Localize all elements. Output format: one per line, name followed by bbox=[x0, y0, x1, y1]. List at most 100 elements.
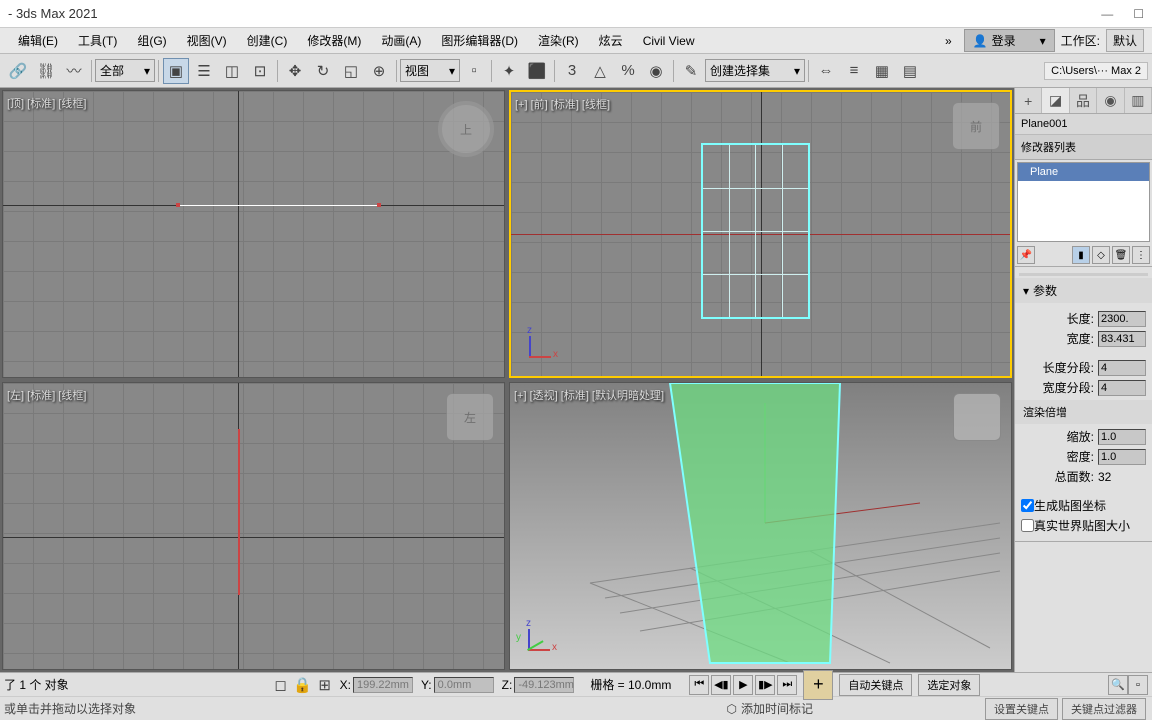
isolate-icon[interactable]: ◻ bbox=[271, 675, 291, 695]
edit-selection-set-icon[interactable]: ✎ bbox=[678, 58, 704, 84]
tab-create[interactable]: + bbox=[1015, 88, 1042, 113]
viewport-front[interactable]: [+] [前] [标准] [线框] 前 x z bbox=[509, 90, 1012, 378]
select-tool[interactable]: ▣ bbox=[163, 58, 189, 84]
minimize-button[interactable]: — bbox=[1101, 7, 1113, 21]
tab-display[interactable]: ▥ bbox=[1125, 88, 1152, 113]
mirror-tool[interactable]: ⇔ bbox=[813, 58, 839, 84]
select-region-rect[interactable]: ◫ bbox=[219, 58, 245, 84]
viewport-perspective[interactable]: [+] [透视] [标准] [默认明暗处理] x z y bbox=[509, 382, 1012, 670]
lock-selection-icon[interactable]: 🔒 bbox=[293, 675, 313, 695]
align-tool[interactable]: ≡ bbox=[841, 58, 867, 84]
menu-view[interactable]: 视图(V) bbox=[177, 29, 237, 52]
viewport-top-label[interactable]: [顶] [标准] [线框] bbox=[7, 95, 86, 111]
goto-start-button[interactable]: ⏮ bbox=[689, 675, 709, 695]
percent-snap-icon[interactable]: % bbox=[615, 58, 641, 84]
real-world-checkbox[interactable] bbox=[1021, 519, 1034, 532]
modifier-item-plane[interactable]: Plane bbox=[1018, 163, 1149, 181]
menu-create[interactable]: 创建(C) bbox=[237, 29, 298, 52]
ribbon-icon[interactable]: ▤ bbox=[897, 58, 923, 84]
set-key-large-button[interactable]: + bbox=[803, 670, 833, 700]
modifier-list-header[interactable]: 修改器列表 bbox=[1015, 135, 1152, 160]
select-name-tool[interactable]: ☰ bbox=[191, 58, 217, 84]
selected-obj-dropdown[interactable]: 选定对象 bbox=[918, 674, 980, 696]
pin-stack-icon[interactable]: 📌 bbox=[1017, 246, 1035, 264]
scale-input[interactable]: 1.0 bbox=[1098, 429, 1146, 445]
show-end-result-icon[interactable]: ▮ bbox=[1072, 246, 1090, 264]
manipulate-tool[interactable]: ✦ bbox=[496, 58, 522, 84]
y-coord-input[interactable]: 0.0mm bbox=[434, 677, 494, 693]
select-window-crossing[interactable]: ⊡ bbox=[247, 58, 273, 84]
unlink-icon[interactable]: ⛓ bbox=[33, 58, 59, 84]
viewport-top[interactable]: [顶] [标准] [线框] 上 bbox=[2, 90, 505, 378]
viewcube-left[interactable]: 左 bbox=[446, 393, 494, 441]
goto-end-button[interactable]: ⏭ bbox=[777, 675, 797, 695]
tab-motion[interactable]: ◉ bbox=[1097, 88, 1124, 113]
play-button[interactable]: ▶ bbox=[733, 675, 753, 695]
viewport-persp-label[interactable]: [+] [透视] [标准] [默认明暗处理] bbox=[514, 387, 664, 403]
length-input[interactable]: 2300. bbox=[1098, 311, 1146, 327]
auto-key-button[interactable]: 自动关键点 bbox=[839, 674, 912, 696]
menu-more[interactable]: » bbox=[939, 34, 958, 48]
tab-hierarchy[interactable]: 品 bbox=[1070, 88, 1097, 113]
menu-anim[interactable]: 动画(A) bbox=[371, 29, 431, 52]
key-filters-button[interactable]: 关键点过滤器 bbox=[1062, 698, 1146, 720]
pivot-center-icon[interactable]: ▫ bbox=[461, 58, 487, 84]
density-input[interactable]: 1.0 bbox=[1098, 449, 1146, 465]
gen-mapping-label: 生成贴图坐标 bbox=[1034, 497, 1106, 514]
ref-coord-dropdown[interactable]: 视图▾ bbox=[400, 59, 460, 82]
keyboard-shortcut-icon[interactable]: ⬛ bbox=[524, 58, 550, 84]
set-key-button[interactable]: 设置关键点 bbox=[985, 698, 1058, 720]
maximize-button[interactable]: ☐ bbox=[1133, 7, 1144, 21]
length-segs-input[interactable]: 4 bbox=[1098, 360, 1146, 376]
selection-set-dropdown[interactable]: 创建选择集▾ bbox=[705, 59, 805, 82]
viewport-left[interactable]: [左] [标准] [线框] 左 bbox=[2, 382, 505, 670]
menu-graph-editor[interactable]: 图形编辑器(D) bbox=[431, 29, 528, 52]
menu-group[interactable]: 组(G) bbox=[127, 29, 176, 52]
width-input[interactable]: 83.431 bbox=[1098, 331, 1146, 347]
viewcube-top[interactable]: 上 bbox=[438, 101, 494, 157]
menu-render[interactable]: 渲染(R) bbox=[528, 29, 589, 52]
remove-modifier-icon[interactable]: 🗑 bbox=[1112, 246, 1130, 264]
angle-snap-icon[interactable]: △ bbox=[587, 58, 613, 84]
placement-tool[interactable]: ⊕ bbox=[366, 58, 392, 84]
z-coord-input[interactable]: -49.123mm bbox=[514, 677, 574, 693]
viewcube-front[interactable]: 前 bbox=[952, 102, 1000, 150]
workspace-dropdown[interactable]: 默认 bbox=[1106, 29, 1144, 52]
make-unique-icon[interactable]: ◇ bbox=[1092, 246, 1110, 264]
workspace-label: 工作区: bbox=[1061, 32, 1100, 49]
field-of-view-icon[interactable]: ▫ bbox=[1128, 675, 1148, 695]
viewport-left-label[interactable]: [左] [标准] [线框] bbox=[7, 387, 86, 403]
spinner-snap-icon[interactable]: ◉ bbox=[643, 58, 669, 84]
link-icon[interactable]: 🔗 bbox=[5, 58, 31, 84]
gen-mapping-checkbox[interactable] bbox=[1021, 499, 1034, 512]
rotate-tool[interactable]: ↻ bbox=[310, 58, 336, 84]
rollout-params: ▾参数 长度:2300. 宽度:83.431 长度分段:4 宽度分段:4 渲染倍… bbox=[1015, 278, 1152, 542]
menu-edit[interactable]: 编辑(E) bbox=[8, 29, 68, 52]
layers-icon[interactable]: ▦ bbox=[869, 58, 895, 84]
move-tool[interactable]: ✥ bbox=[282, 58, 308, 84]
login-button[interactable]: 👤 登录 ▾ bbox=[964, 29, 1055, 52]
menu-modifier[interactable]: 修改器(M) bbox=[297, 29, 371, 52]
filter-dropdown[interactable]: 全部▾ bbox=[95, 59, 155, 82]
x-coord-input[interactable]: 199.22mm bbox=[353, 677, 413, 693]
add-time-tag[interactable]: 添加时间标记 bbox=[741, 700, 813, 717]
configure-sets-icon[interactable]: ⋮ bbox=[1132, 246, 1150, 264]
bind-icon[interactable]: 〰 bbox=[61, 58, 87, 84]
width-segs-input[interactable]: 4 bbox=[1098, 380, 1146, 396]
menu-xuanyun[interactable]: 炫云 bbox=[589, 29, 633, 52]
modifier-stack[interactable]: Plane bbox=[1017, 162, 1150, 242]
main-toolbar: 🔗 ⛓ 〰 全部▾ ▣ ☰ ◫ ⊡ ✥ ↻ ◱ ⊕ 视图▾ ▫ ✦ ⬛ 3 △ … bbox=[0, 54, 1152, 88]
rollout-params-header[interactable]: ▾参数 bbox=[1015, 278, 1152, 303]
scale-tool[interactable]: ◱ bbox=[338, 58, 364, 84]
zoom-extents-icon[interactable]: 🔍 bbox=[1108, 675, 1128, 695]
menu-tool[interactable]: 工具(T) bbox=[68, 29, 127, 52]
object-name-field[interactable]: Plane001 bbox=[1015, 114, 1152, 135]
prev-frame-button[interactable]: ◀▮ bbox=[711, 675, 731, 695]
menu-civil-view[interactable]: Civil View bbox=[633, 31, 705, 51]
transform-type-icon[interactable]: ⊞ bbox=[315, 675, 335, 695]
viewport-front-label[interactable]: [+] [前] [标准] [线框] bbox=[515, 96, 610, 112]
viewcube-persp[interactable] bbox=[953, 393, 1001, 441]
next-frame-button[interactable]: ▮▶ bbox=[755, 675, 775, 695]
snap-toggle-3[interactable]: 3 bbox=[559, 58, 585, 84]
tab-modify[interactable]: ◪ bbox=[1042, 88, 1069, 113]
